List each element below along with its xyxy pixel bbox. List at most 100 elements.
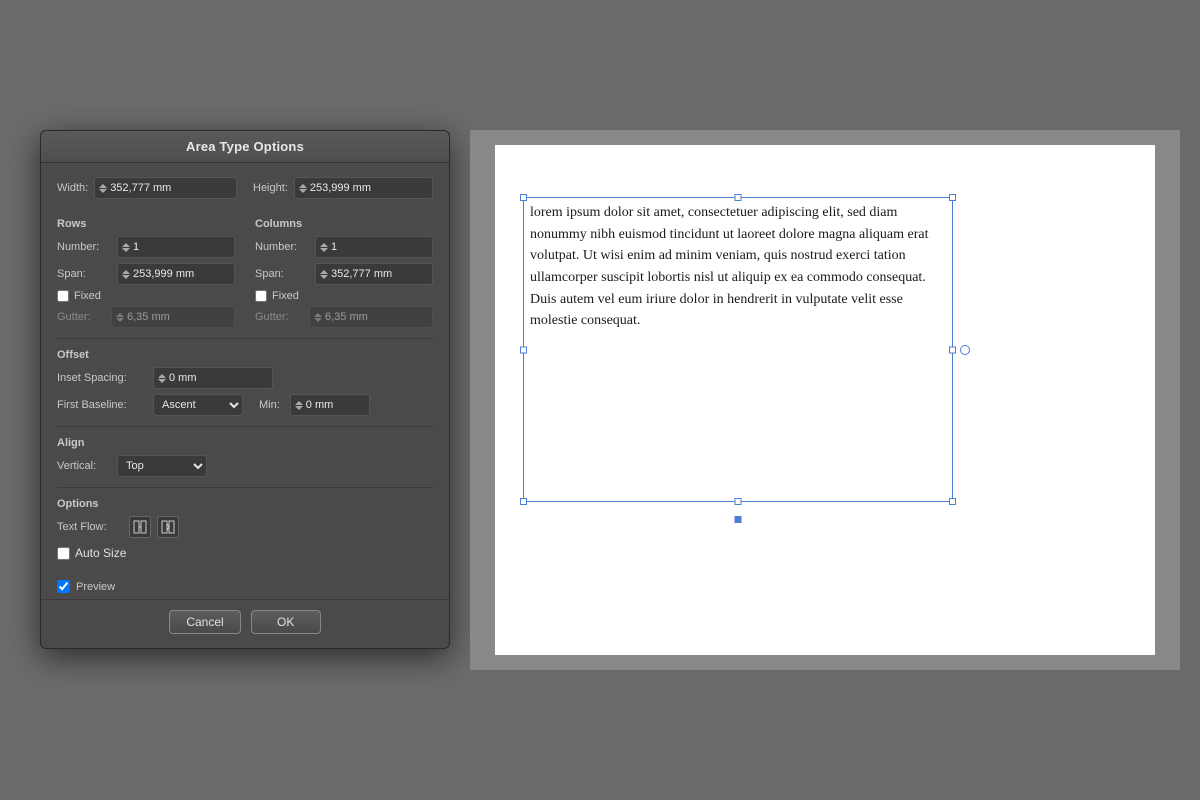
rows-number-label: Number: [57,241,111,253]
handle-top-left[interactable] [520,194,527,201]
columns-fixed-row: Fixed [255,290,433,302]
rows-span-input[interactable]: 253,999 mm [117,263,235,285]
columns-span-spinner[interactable] [320,270,328,279]
min-spinner[interactable] [295,401,303,410]
dialog-title: Area Type Options [41,131,449,163]
columns-gutter-row: Gutter: 6,35 mm [255,306,433,328]
handle-middle-right[interactable] [949,346,956,353]
columns-number-label: Number: [255,241,309,253]
rows-gutter-row: Gutter: 6,35 mm [57,306,235,328]
min-value: 0 mm [306,399,365,411]
rows-fixed-checkbox[interactable] [57,290,69,302]
vertical-label: Vertical: [57,460,111,472]
divider-2 [57,426,433,427]
auto-size-row: Auto Size [57,546,433,560]
align-title: Align [57,437,433,449]
rows-fixed-label: Fixed [74,290,101,302]
rows-span-spinner[interactable] [122,270,130,279]
columns-fixed-label: Fixed [272,290,299,302]
rows-columns-section: Rows Number: 1 Span: [57,208,433,328]
columns-block: Columns Number: 1 Span: [255,208,433,328]
columns-number-value: 1 [331,241,428,253]
text-flow-icon-2[interactable] [157,516,179,538]
rows-title: Rows [57,218,235,230]
rows-number-spinner[interactable] [122,243,130,252]
first-baseline-label: First Baseline: [57,399,147,411]
auto-size-label: Auto Size [75,546,126,560]
preview-label: Preview [76,581,115,593]
text-box[interactable]: lorem ipsum dolor sit amet, consectetuer… [523,197,953,502]
dialog-footer: Cancel OK [41,599,449,648]
options-section: Options Text Flow: [57,498,433,538]
columns-span-value: 352,777 mm [331,268,428,280]
rows-number-value: 1 [133,241,230,253]
text-flow-label: Text Flow: [57,521,123,533]
height-input[interactable]: 253,999 mm [294,177,433,199]
width-height-row: Width: 352,777 mm Height: [57,177,433,204]
rows-gutter-value: 6,35 mm [127,311,230,323]
handle-bottom-right[interactable] [949,498,956,505]
inset-spacing-value: 0 mm [169,372,268,384]
vertical-align-select[interactable]: Top Center Bottom [117,455,207,477]
rows-gutter-input: 6,35 mm [111,306,235,328]
width-label: Width: [57,182,88,194]
inset-spacing-input[interactable]: 0 mm [153,367,273,389]
width-up-arrow[interactable] [99,184,107,188]
auto-size-checkbox[interactable] [57,547,70,560]
height-up-arrow[interactable] [299,184,307,188]
height-section: Height: 253,999 mm [253,177,433,204]
divider-3 [57,487,433,488]
thread-port[interactable] [960,345,970,355]
columns-span-input[interactable]: 352,777 mm [315,263,433,285]
white-canvas: lorem ipsum dolor sit amet, consectetuer… [495,145,1155,655]
cancel-button[interactable]: Cancel [169,610,240,634]
min-label: Min: [259,399,280,411]
text-flow-row: Text Flow: [57,516,433,538]
handle-middle-left[interactable] [520,346,527,353]
height-down-arrow[interactable] [299,189,307,193]
offset-title: Offset [57,349,433,361]
ok-button[interactable]: OK [251,610,321,634]
height-label: Height: [253,182,288,194]
inset-spacing-label: Inset Spacing: [57,372,147,384]
text-flow-icon-1[interactable] [129,516,151,538]
canvas-area: lorem ipsum dolor sit amet, consectetuer… [470,130,1180,670]
area-type-options-dialog: Area Type Options Width: 352,777 mm [40,130,450,649]
options-title: Options [57,498,433,510]
rows-gutter-label: Gutter: [57,311,111,323]
handle-top-right[interactable] [949,194,956,201]
columns-title: Columns [255,218,433,230]
divider-1 [57,338,433,339]
text-box-content: lorem ipsum dolor sit amet, consectetuer… [524,198,952,336]
columns-fixed-checkbox[interactable] [255,290,267,302]
width-down-arrow[interactable] [99,189,107,193]
handle-top-middle[interactable] [735,194,742,201]
handle-bottom-left[interactable] [520,498,527,505]
inset-spacing-spinner[interactable] [158,374,166,383]
text-flow-icons [129,516,179,538]
first-baseline-select[interactable]: Ascent Cap Height Leading x Height Em Bo… [153,394,243,416]
min-input[interactable]: 0 mm [290,394,370,416]
rows-block: Rows Number: 1 Span: [57,208,235,328]
bottom-port[interactable] [735,516,742,523]
rows-number-input[interactable]: 1 [117,236,235,258]
rows-fixed-row: Fixed [57,290,235,302]
columns-number-input[interactable]: 1 [315,236,433,258]
handle-bottom-middle[interactable] [735,498,742,505]
columns-gutter-label: Gutter: [255,311,309,323]
first-baseline-row: First Baseline: Ascent Cap Height Leadin… [57,394,433,416]
align-section: Align Vertical: Top Center Bottom [57,437,433,477]
preview-checkbox[interactable] [57,580,70,593]
vertical-align-row: Vertical: Top Center Bottom [57,455,433,477]
width-input[interactable]: 352,777 mm [94,177,237,199]
columns-span-label: Span: [255,268,309,280]
height-spinner[interactable] [299,184,307,193]
width-value: 352,777 mm [110,182,232,194]
dialog-body: Width: 352,777 mm Height: [41,163,449,580]
inset-spacing-row: Inset Spacing: 0 mm [57,367,433,389]
columns-number-spinner[interactable] [320,243,328,252]
height-value: 253,999 mm [310,182,428,194]
width-section: Width: 352,777 mm [57,177,237,204]
width-spinner[interactable] [99,184,107,193]
columns-gutter-input: 6,35 mm [309,306,433,328]
